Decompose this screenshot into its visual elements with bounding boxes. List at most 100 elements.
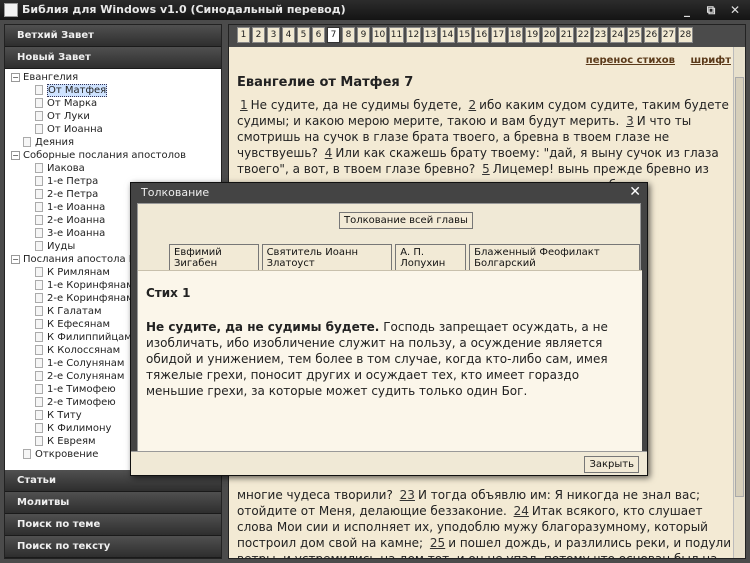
maximize-icon[interactable]: ⧉ <box>700 1 722 19</box>
verse-number[interactable]: 3 <box>626 114 634 128</box>
document-icon <box>35 306 43 316</box>
collapse-icon[interactable]: − <box>11 150 20 160</box>
author-lopukhin-button[interactable]: А. П. Лопухин <box>395 244 467 272</box>
chapter-button[interactable]: 8 <box>342 27 355 43</box>
tree-item-label: 2-е Тимофею <box>47 397 116 408</box>
document-icon <box>35 228 43 238</box>
nav-prayers[interactable]: Молитвы <box>5 492 221 514</box>
nav-topic-search[interactable]: Поиск по теме <box>5 514 221 536</box>
chapter-button[interactable]: 20 <box>542 27 557 43</box>
chapter-button[interactable]: 18 <box>508 27 523 43</box>
document-icon <box>35 436 43 446</box>
author-zigaben-button[interactable]: Евфимий Зигабен <box>169 244 259 272</box>
vertical-scrollbar[interactable] <box>733 47 745 558</box>
chapter-button[interactable]: 5 <box>297 27 310 43</box>
dialog-close-icon[interactable]: ✕ <box>629 185 641 199</box>
verse-number[interactable]: 24 <box>514 504 529 518</box>
tree-item-label: 1-е Коринфянам <box>47 280 134 291</box>
chapter-button[interactable]: 15 <box>457 27 472 43</box>
document-icon <box>35 280 43 290</box>
document-icon <box>35 397 43 407</box>
chapter-button[interactable]: 1 <box>237 27 250 43</box>
collapse-icon[interactable]: − <box>11 254 20 264</box>
document-icon <box>35 410 43 420</box>
chapter-button[interactable]: 12 <box>406 27 421 43</box>
nav-new-testament[interactable]: Новый Завет <box>5 47 221 69</box>
chapter-button[interactable]: 9 <box>357 27 370 43</box>
verses-bottom: многие чудеса творили? 23 И тогда объявлю… <box>237 487 733 558</box>
document-icon <box>23 137 31 147</box>
verse-number[interactable]: 25 <box>430 536 445 550</box>
tree-item-label: От Иоанна <box>47 124 103 135</box>
chapter-button[interactable]: 7 <box>327 27 340 43</box>
tree-item-label: Соборные послания апостолов <box>23 150 187 161</box>
collapse-icon[interactable]: − <box>11 72 20 82</box>
chapter-button[interactable]: 11 <box>389 27 404 43</box>
tree-item[interactable]: Иакова <box>5 162 221 175</box>
document-icon <box>23 449 31 459</box>
chapter-button[interactable]: 2 <box>252 27 265 43</box>
tree-item-label: Иуды <box>47 241 76 252</box>
tree-item[interactable]: От Матфея <box>5 84 221 97</box>
document-icon <box>35 98 43 108</box>
app-window: Библия для Windows v1.0 (Синодальный пер… <box>0 0 750 563</box>
chapter-button[interactable]: 14 <box>440 27 455 43</box>
close-button[interactable]: Закрыть <box>584 456 639 473</box>
verse-number[interactable]: 4 <box>325 146 333 160</box>
all-chapter-button[interactable]: Толкование всей главы <box>339 212 473 229</box>
chapter-button[interactable]: 10 <box>372 27 387 43</box>
chapter-button[interactable]: 22 <box>576 27 591 43</box>
verse-heading: Стих 1 <box>146 286 191 300</box>
tree-item[interactable]: − Евангелия <box>5 71 221 84</box>
verse-number[interactable]: 23 <box>400 488 415 502</box>
tree-item-label: К Евреям <box>47 436 96 447</box>
chapter-bar: 1 2 3 4 5 6 7 8 9 10 11 12 13 14 15 16 17 18 19 20 21 22 23 24 2… <box>229 25 745 47</box>
chapter-button[interactable]: 23 <box>593 27 608 43</box>
dialog-body: Толкование всей главы Евфимий Зигабен Св… <box>137 203 642 454</box>
scroll-thumb[interactable] <box>735 77 744 497</box>
chapter-button[interactable]: 21 <box>559 27 574 43</box>
nav-old-testament[interactable]: Ветхий Завет <box>5 25 221 47</box>
tree-item[interactable]: От Иоанна <box>5 123 221 136</box>
chapter-button[interactable]: 26 <box>644 27 659 43</box>
chapter-button[interactable]: 13 <box>423 27 438 43</box>
chapter-button[interactable]: 17 <box>491 27 506 43</box>
tree-item-label: Евангелия <box>23 72 79 83</box>
tree-item-label: Откровение <box>35 449 99 460</box>
chapter-title: Евангелие от Матфея 7 <box>237 75 414 90</box>
tree-item-label: 2-е Солунянам <box>47 371 125 382</box>
tree-item[interactable]: − Соборные послания апостолов <box>5 149 221 162</box>
document-icon <box>35 332 43 342</box>
chapter-button[interactable]: 16 <box>474 27 489 43</box>
tree-item-label: К Ефесянам <box>47 319 111 330</box>
commentary-dialog: Толкование ✕ Толкование всей главы Евфим… <box>130 182 648 476</box>
close-icon[interactable]: ✕ <box>724 1 746 19</box>
wrap-verses-link[interactable]: перенос стихов <box>586 55 675 66</box>
chapter-button[interactable]: 28 <box>678 27 693 43</box>
commentary-paragraph: Не судите, да не судимы будете. Господь … <box>146 319 634 399</box>
verse-number[interactable]: 1 <box>240 98 248 112</box>
minimize-icon[interactable]: _ <box>676 1 698 19</box>
chapter-button[interactable]: 19 <box>525 27 540 43</box>
tree-item[interactable]: От Марка <box>5 97 221 110</box>
verse-number[interactable]: 5 <box>482 162 490 176</box>
window-title: Библия для Windows v1.0 (Синодальный пер… <box>22 3 346 16</box>
tree-item[interactable]: От Луки <box>5 110 221 123</box>
author-chrysostom-button[interactable]: Святитель Иоанн Златоуст <box>261 244 393 272</box>
document-icon <box>35 241 43 251</box>
document-icon <box>35 215 43 225</box>
chapter-button[interactable]: 4 <box>282 27 295 43</box>
verse-number[interactable]: 2 <box>469 98 477 112</box>
tree-item-label: К Филимону <box>47 423 112 434</box>
verse-quote: Не судите, да не судимы будете. <box>146 320 380 334</box>
chapter-button[interactable]: 27 <box>661 27 676 43</box>
verse-text: многие чудеса творили? <box>237 488 393 502</box>
font-link[interactable]: шрифт <box>690 55 731 66</box>
chapter-button[interactable]: 3 <box>267 27 280 43</box>
author-theophylact-button[interactable]: Блаженный Феофилакт Болгарский <box>469 244 641 272</box>
chapter-button[interactable]: 24 <box>610 27 625 43</box>
nav-text-search[interactable]: Поиск по тексту <box>5 536 221 558</box>
chapter-button[interactable]: 25 <box>627 27 642 43</box>
chapter-button[interactable]: 6 <box>312 27 325 43</box>
tree-item[interactable]: Деяния <box>5 136 221 149</box>
